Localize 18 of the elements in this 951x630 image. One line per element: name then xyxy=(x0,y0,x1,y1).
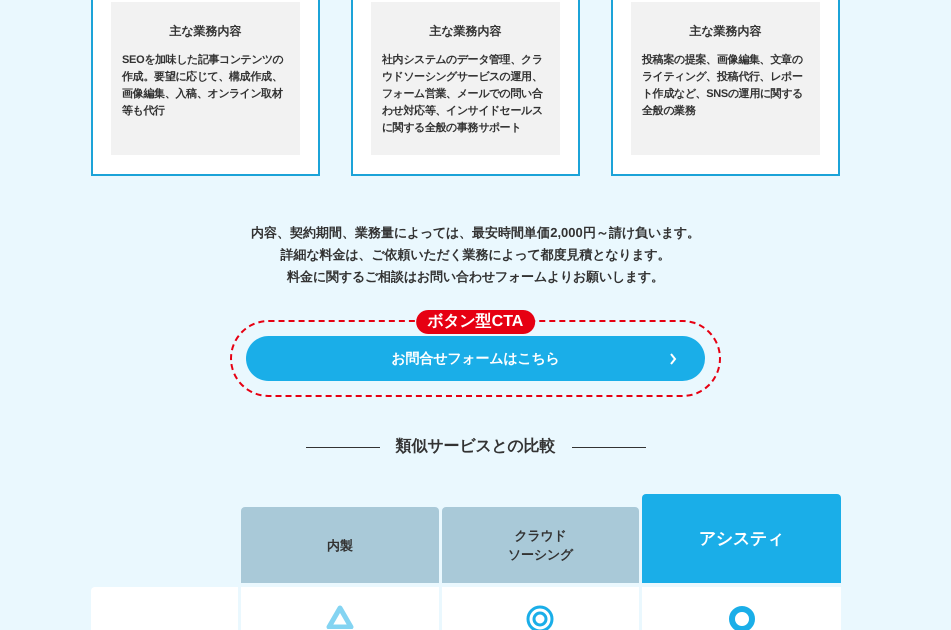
pricing-note: 詳細な料金は、ご依頼いただく業務によって都度見積となります。 xyxy=(280,246,670,263)
card-heading: 主な業務内容 xyxy=(688,23,762,40)
card-heading: 主な業務内容 xyxy=(168,23,242,40)
card-description: 社内システムのデータ管理、クラウドソーシングサービスの運用、フォーム営業、メールでの問い合わせ対応等、インサイドセールスに関する全般の事務サポート xyxy=(382,52,544,136)
section-title: 類似サービスとの比較 xyxy=(396,436,556,457)
card-description: 投稿案の提案、画像編集、文章のライティング、投稿代行、レポート作成など、SNSの運用に関する全般の業務 xyxy=(642,52,804,119)
cta-badge: ボタン型CTA xyxy=(416,310,536,334)
pricing-note: 料金に関するご相談はお問い合わせフォームよりお願いします。 xyxy=(287,268,664,285)
column-header-line: ソーシング xyxy=(508,546,573,564)
pricing-note: 内容、契約期間、業務量によっては、最安時間単価2,000円～請け負います。 xyxy=(251,224,700,241)
column-header-line: クラウド xyxy=(514,527,566,545)
card-description: SEOを加味した記事コンテンツの作成。要望に応じて、構成作成、画像編集、入稿、オンライン取材等も代行 xyxy=(122,52,284,119)
triangle-icon xyxy=(326,605,354,629)
card-heading: 主な業務内容 xyxy=(428,23,502,40)
column-header-line: 内製 xyxy=(326,536,353,554)
chevron-right-icon xyxy=(669,352,677,364)
column-header-line: アシスティ xyxy=(699,528,784,550)
contact-form-button[interactable]: お問合せフォームはこちら xyxy=(246,336,705,381)
